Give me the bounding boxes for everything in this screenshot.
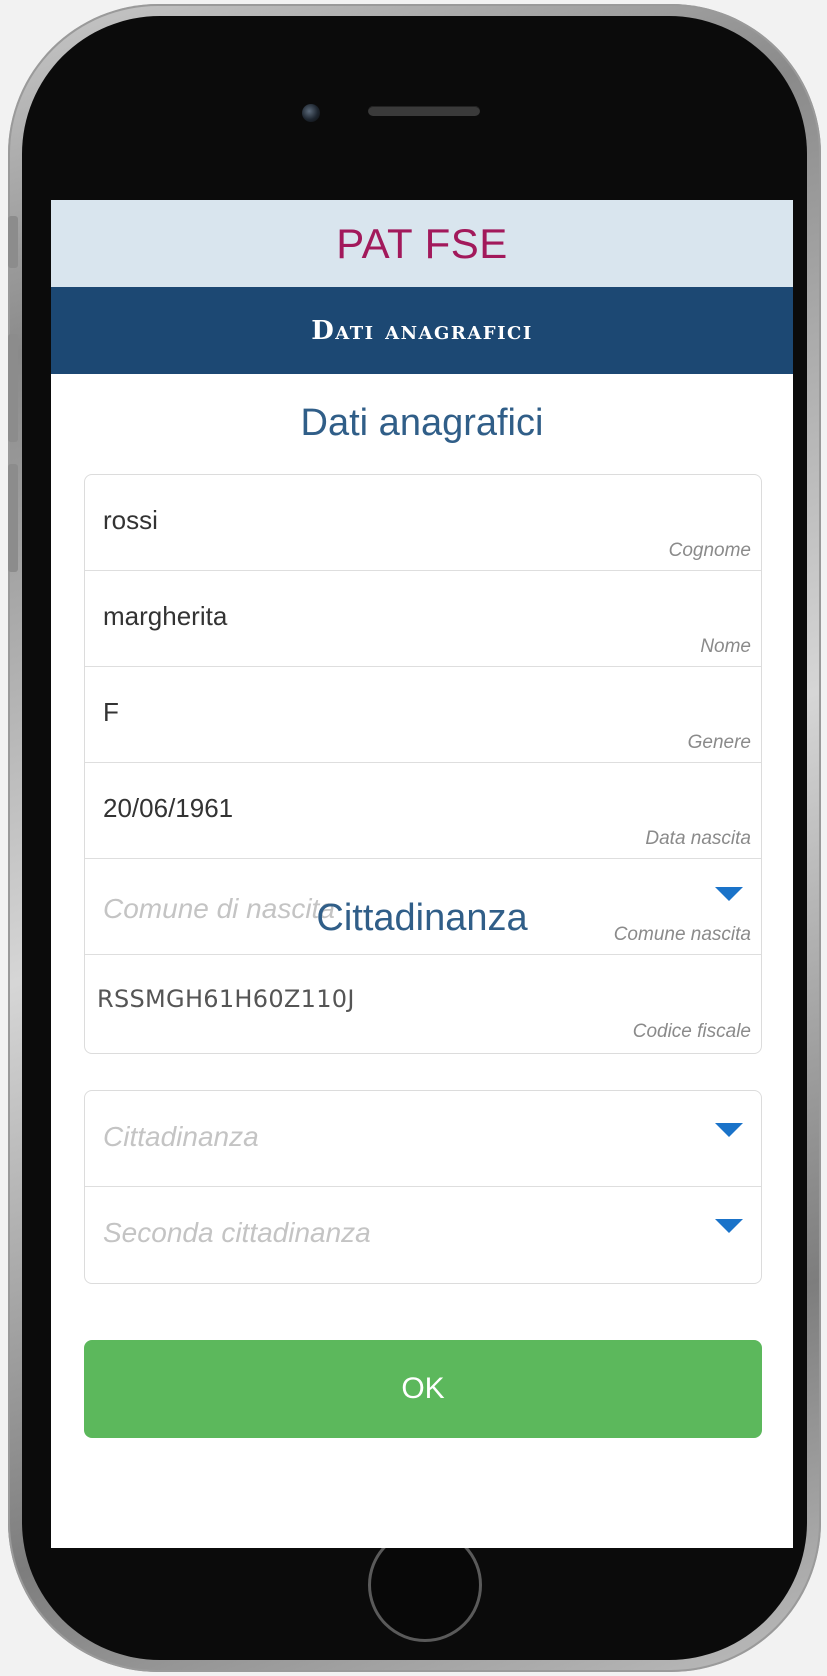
surname-value: rossi	[103, 505, 158, 535]
mute-switch	[8, 216, 18, 268]
surname-field[interactable]: rossi Cognome	[85, 475, 761, 571]
first-name-value: margherita	[103, 601, 228, 631]
tax-code-value: RSSMGH61H60Z110J	[97, 985, 355, 1013]
app-title: PAT FSE	[336, 219, 508, 267]
second-citizenship-placeholder: Seconda cittadinanza	[103, 1217, 371, 1248]
first-name-field[interactable]: margherita Nome	[85, 571, 761, 667]
tax-code-field[interactable]: RSSMGH61H60Z110J Codice fiscale	[85, 955, 761, 1051]
gender-label: Genere	[687, 732, 751, 753]
gender-value: F	[103, 697, 119, 727]
caret-down-icon[interactable]	[715, 1123, 743, 1137]
second-citizenship-select[interactable]: Seconda cittadinanza	[85, 1187, 761, 1283]
volume-up-button	[8, 334, 18, 442]
personal-section-title: Dati anagrafici	[300, 402, 544, 444]
app-screen: PAT FSE Dati anagrafici Dati anagrafici …	[51, 200, 793, 1548]
citizenship-card: Cittadinanza Seconda cittadinanza	[84, 1090, 762, 1284]
citizenship-section-title: Cittadinanza	[316, 897, 528, 939]
personal-data-card: rossi Cognome margherita Nome F Genere 2…	[84, 474, 762, 1054]
first-name-label: Nome	[700, 636, 751, 657]
citizenship-select[interactable]: Cittadinanza	[85, 1091, 761, 1187]
gender-field[interactable]: F Genere	[85, 667, 761, 763]
tax-code-label: Codice fiscale	[632, 1021, 751, 1042]
earpiece-speaker	[368, 106, 480, 116]
front-camera	[302, 104, 320, 122]
surname-label: Cognome	[668, 540, 751, 561]
volume-down-button	[8, 464, 18, 572]
caret-down-icon[interactable]	[715, 1219, 743, 1233]
page-title: Dati anagrafici	[311, 315, 533, 346]
birth-date-field[interactable]: 20/06/1961 Data nascita	[85, 763, 761, 859]
app-header: PAT FSE	[51, 200, 793, 287]
nav-bar: Dati anagrafici	[51, 287, 793, 374]
citizenship-placeholder: Cittadinanza	[103, 1121, 259, 1152]
birth-date-value: 20/06/1961	[103, 793, 234, 823]
ok-button[interactable]: OK	[84, 1340, 762, 1438]
birth-date-label: Data nascita	[645, 828, 751, 849]
